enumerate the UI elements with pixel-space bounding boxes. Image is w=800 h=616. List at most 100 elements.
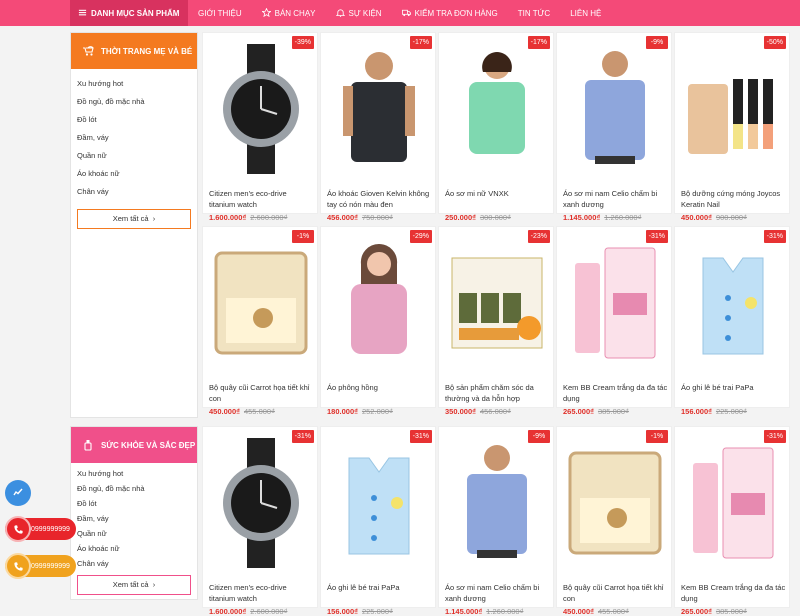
chat-icon (11, 485, 25, 501)
nav-about-label: GIỚI THIỆU (198, 8, 242, 18)
sidebar-link[interactable]: Đồ lót (77, 111, 197, 129)
call-button-1[interactable]: 0999999999 (5, 516, 76, 542)
product-name[interactable]: Kem BB Cream trắng da đa tác dụng (563, 382, 669, 404)
product-name[interactable]: Áo ghi lê bé trai PaPa (327, 582, 433, 604)
product-old-price: 225.000₫ (715, 407, 747, 416)
sidebar-link[interactable]: Xu hướng hot (77, 466, 197, 481)
product-prices: 180.000₫ 252.000₫ (327, 407, 393, 416)
sidebar-link[interactable]: Đầm, váy (77, 511, 197, 526)
product-old-price: 455.000₫ (243, 407, 275, 416)
sidebar-link[interactable]: Đồ lót (77, 496, 197, 511)
product-name[interactable]: Áo sơ mi nam Celio chấm bi xanh dương (563, 188, 669, 210)
product-old-price: 456.000₫ (479, 407, 511, 416)
product-image[interactable] (445, 433, 549, 573)
product-price: 250.000₫ (445, 213, 476, 222)
product-name[interactable]: Citizen men's eco-drive titanium watch (209, 188, 315, 210)
product-image[interactable] (209, 233, 313, 373)
product-price: 180.000₫ (327, 407, 358, 416)
product-image[interactable] (327, 233, 431, 373)
product-old-price: 385.000₫ (597, 407, 629, 416)
nav-order-check[interactable]: KIỂM TRA ĐƠN HÀNG (392, 0, 508, 26)
see-all-label: Xem tất cả (112, 214, 149, 223)
truck-icon (401, 8, 411, 19)
nav-contact[interactable]: LIÊN HỆ (560, 0, 611, 26)
product-image[interactable] (209, 433, 313, 573)
product-card[interactable]: -1% Bộ quây cũi Carrot họa tiết khỉ con 45… (202, 226, 318, 416)
product-image[interactable] (327, 39, 431, 179)
sidebar-link[interactable]: Quần nữ (77, 147, 197, 165)
product-image[interactable] (209, 39, 313, 179)
discount-badge: -29% (409, 230, 432, 243)
product-price: 450.000₫ (209, 407, 240, 416)
category-menu-button[interactable]: DANH MỤC SẢN PHẨM (70, 0, 188, 26)
product-image[interactable] (445, 39, 549, 179)
product-image[interactable] (563, 39, 667, 179)
product-card[interactable]: -31% Áo ghi lê bé trai PaPa 156.000₫ 225.00… (674, 226, 790, 416)
call-button-2[interactable]: 0999999999 (5, 553, 76, 579)
product-name[interactable]: Áo khoác Gioven Kelvin không tay có nón … (327, 188, 433, 210)
sidebar-link[interactable]: Quần nữ (77, 526, 197, 541)
nav-news-label: TIN TỨC (517, 8, 551, 18)
product-card[interactable]: -9% Áo sơ mi nam Celio chấm bi xanh dương… (556, 32, 672, 222)
product-image[interactable] (563, 233, 667, 373)
product-old-price: 900.000₫ (715, 213, 747, 222)
product-card[interactable]: -31% Kem BB Cream trắng da đa tác dụng 265… (556, 226, 672, 416)
product-card[interactable]: -17% Áo khoác Gioven Kelvin không tay có … (320, 32, 436, 222)
product-name[interactable]: Áo sơ mi nam Celio chấm bi xanh dương (445, 582, 551, 604)
star-icon (261, 7, 272, 19)
product-name[interactable]: Bộ quây cũi Carrot họa tiết khỉ con (209, 382, 315, 404)
sidebar-link[interactable]: Chân váy (77, 556, 197, 571)
product-name[interactable]: Áo phông hồng (327, 382, 433, 404)
product-card[interactable]: -29% Áo phông hồng 180.000₫ 252.000₫ (320, 226, 436, 416)
product-name[interactable]: Áo ghi lê bé trai PaPa (681, 382, 787, 404)
product-prices: 450.000₫ 455.000₫ (563, 607, 629, 616)
see-all-button[interactable]: Xem tất cả › (77, 209, 191, 229)
product-name[interactable]: Áo sơ mi nữ VNXK (445, 188, 551, 210)
discount-badge: -9% (528, 430, 550, 443)
nav-events[interactable]: SỰ KIỆN (326, 0, 392, 26)
product-name[interactable]: Kem BB Cream trắng da đa tác dụng (681, 582, 787, 604)
nav-news[interactable]: TIN TỨC (508, 0, 560, 26)
product-name[interactable]: Bộ sản phẩm chăm sóc da thường và da hỗn… (445, 382, 551, 404)
product-name[interactable]: Bộ quây cũi Carrot họa tiết khỉ con (563, 582, 669, 604)
sidebar-link[interactable]: Đầm, váy (77, 129, 197, 147)
chat-button[interactable] (5, 480, 31, 506)
product-image[interactable] (681, 39, 785, 179)
nav-bestseller[interactable]: BÁN CHẠY (252, 0, 326, 26)
sidebar-link[interactable]: Áo khoác nữ (77, 165, 197, 183)
product-prices: 250.000₫ 300.000₫ (445, 213, 511, 222)
product-card[interactable]: -39% Citizen men's eco-drive titanium wat… (202, 32, 318, 222)
sidebar-link[interactable]: Xu hướng hot (77, 75, 197, 93)
product-card[interactable]: -50% Bộ dưỡng cứng móng Joycos Keratin Na… (674, 32, 790, 222)
product-image[interactable] (327, 433, 431, 573)
see-all-button[interactable]: Xem tất cả › (77, 575, 191, 595)
product-image[interactable] (681, 233, 785, 373)
product-card[interactable]: -23% Bộ sản phẩm chăm sóc da thường và da… (438, 226, 554, 416)
sidebar-link[interactable]: Chân váy (77, 183, 197, 201)
product-image[interactable] (681, 433, 785, 573)
chevron-right-icon: › (150, 214, 156, 223)
product-image[interactable] (445, 233, 549, 373)
sidebar-link[interactable]: Đồ ngủ, đồ mặc nhà (77, 481, 197, 496)
sidebar-link[interactable]: Đồ ngủ, đồ mặc nhà (77, 93, 197, 111)
product-card[interactable]: -31% Áo ghi lê bé trai PaPa 156.000₫ 225.00… (320, 426, 436, 616)
product-price: 1.145.000₫ (563, 213, 601, 222)
product-name[interactable]: Bộ dưỡng cứng móng Joycos Keratin Nail (681, 188, 787, 210)
product-card[interactable]: -31% Kem BB Cream trắng da đa tác dụng 265… (674, 426, 790, 616)
product-price: 450.000₫ (681, 213, 712, 222)
nav-about[interactable]: GIỚI THIỆU (188, 0, 252, 26)
product-card[interactable]: -31% Citizen men's eco-drive titanium wat… (202, 426, 318, 616)
product-card[interactable]: -9% Áo sơ mi nam Celio chấm bi xanh dương… (438, 426, 554, 616)
phone-number: 0999999999 (31, 562, 70, 570)
sidebar-header[interactable]: THỜI TRANG MẸ VÀ BÉ (71, 33, 197, 69)
product-prices: 450.000₫ 900.000₫ (681, 213, 747, 222)
product-price: 456.000₫ (327, 213, 358, 222)
product-image[interactable] (563, 433, 667, 573)
sidebar-link[interactable]: Áo khoác nữ (77, 541, 197, 556)
product-name[interactable]: Citizen men's eco-drive titanium watch (209, 582, 315, 604)
product-card[interactable]: -1% Bộ quây cũi Carrot họa tiết khỉ con 45… (556, 426, 672, 616)
product-card[interactable]: -17% Áo sơ mi nữ VNXK 250.000₫ 300.000₫ (438, 32, 554, 222)
discount-badge: -31% (291, 430, 314, 443)
sidebar-header[interactable]: SỨC KHỎE VÀ SẮC ĐẸP (71, 427, 197, 463)
sidebar-links: Xu hướng hot Đồ ngủ, đồ mặc nhà Đồ lót Đ… (71, 463, 197, 571)
